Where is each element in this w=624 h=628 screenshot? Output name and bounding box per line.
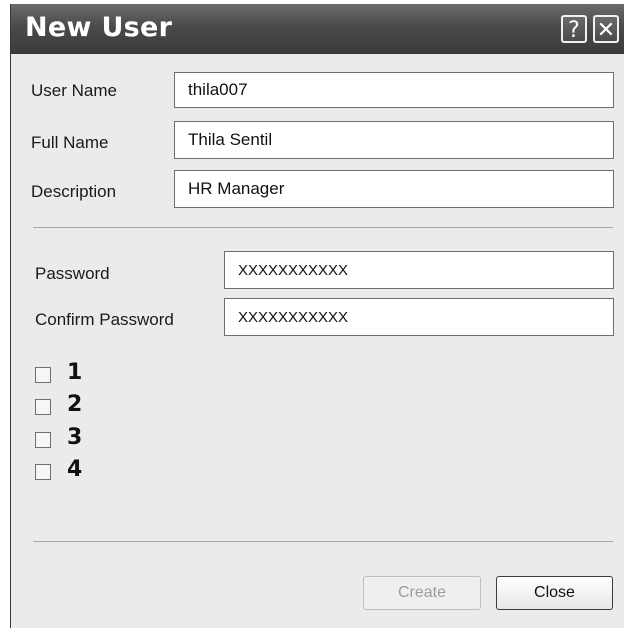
checkbox-label: 2 [67, 392, 83, 417]
separator-bottom [33, 541, 613, 542]
new-user-dialog: New User ? ✕ User Name Full Name Descrip… [10, 4, 624, 628]
user-name-label: User Name [31, 81, 117, 100]
checkbox-label: 3 [67, 425, 83, 450]
close-icon[interactable]: ✕ [593, 15, 619, 43]
checkbox-box[interactable] [35, 464, 51, 480]
full-name-label: Full Name [31, 133, 109, 152]
password-field[interactable] [224, 251, 614, 289]
close-button[interactable]: Close [496, 576, 613, 610]
help-icon[interactable]: ? [561, 15, 587, 43]
checkbox-label: 4 [67, 457, 83, 482]
checkbox-box[interactable] [35, 432, 51, 448]
description-label: Description [31, 182, 117, 201]
create-button[interactable]: Create [363, 576, 481, 610]
description-field[interactable] [174, 170, 614, 208]
separator-top [33, 227, 613, 228]
confirm-password-field[interactable] [224, 298, 614, 336]
password-label: Password [35, 264, 110, 283]
confirm-password-label: Confirm Password [35, 310, 174, 329]
checkbox-box[interactable] [35, 399, 51, 415]
user-name-field[interactable] [174, 72, 614, 108]
title-bar[interactable]: New User ? ✕ [11, 4, 624, 54]
full-name-field[interactable] [174, 121, 614, 159]
checkbox-label: 1 [67, 360, 83, 385]
dialog-title: New User [25, 12, 173, 43]
checkbox-box[interactable] [35, 367, 51, 383]
